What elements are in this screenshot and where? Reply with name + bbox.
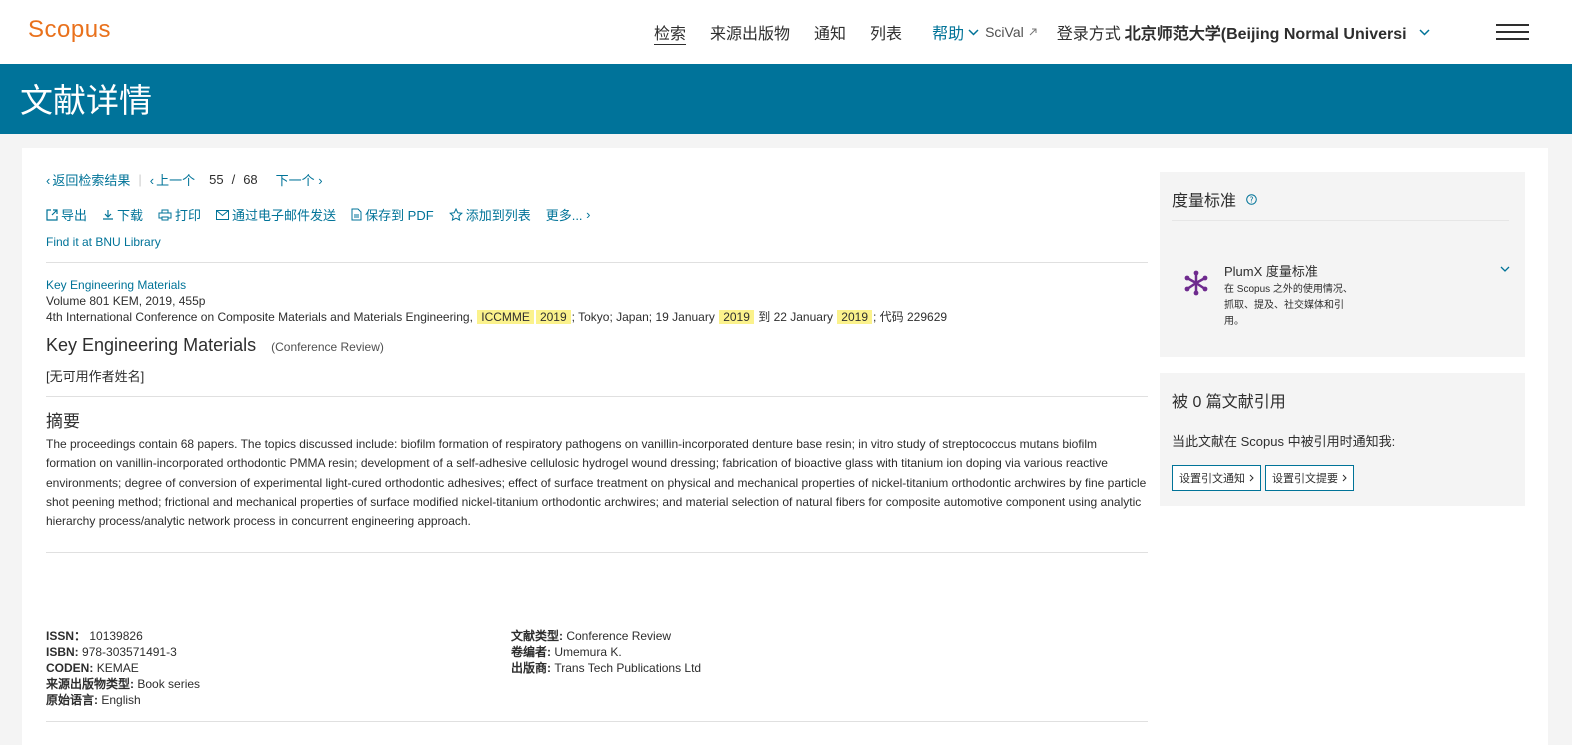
document-title-row: Key Engineering Materials (Conference Re… (46, 335, 384, 356)
cited-by-heading: 被 0 篇文献引用 (1172, 394, 1286, 411)
login-prefix: 登录方式 (1056, 26, 1121, 43)
pdf-icon (351, 208, 362, 221)
add-to-list-button[interactable]: 添加到列表 (448, 205, 531, 224)
conference-line: 4th International Conference on Composit… (46, 310, 948, 324)
nav-lists[interactable]: 列表 (870, 20, 902, 44)
cited-by-panel: 被 0 篇文献引用 当此文献在 Scopus 中被引用时通知我: 设置引文通知 … (1160, 373, 1525, 506)
chevron-down-icon[interactable] (1500, 266, 1510, 273)
abstract-heading: 摘要 (46, 412, 80, 431)
divider (46, 262, 1148, 263)
meta-row: 文献类型: Conference Review (511, 629, 672, 643)
download-icon (103, 209, 114, 220)
set-citation-alert-button[interactable]: 设置引文通知 (1172, 465, 1261, 491)
page-title: 文献详情 (20, 82, 152, 119)
email-icon (216, 209, 230, 220)
scival-link[interactable]: SciVal (985, 24, 1037, 40)
divider (46, 396, 1148, 397)
divider (1172, 220, 1509, 221)
current-result-index: 55 (209, 172, 224, 187)
divider (46, 721, 1148, 722)
meta-row: 原始语言: English (46, 693, 141, 707)
main-nav: 检索 来源出版物 通知 列表 帮助 SciVal 登录方式 北京师范大学(Bei… (654, 0, 1430, 64)
nav-search[interactable]: 检索 (654, 20, 686, 44)
document-details-panel: ‹ 返回检索结果 | ‹ 上一个 55 / 68 下一个 › 导出 下载 打印 通过… (22, 148, 1548, 745)
find-it-library-link[interactable]: Find it at BNU Library (46, 235, 161, 249)
meta-row: ISSN： 10139826 (46, 629, 143, 643)
external-link-icon (1029, 28, 1037, 36)
save-pdf-button[interactable]: 保存到 PDF (351, 205, 434, 224)
previous-result-link[interactable]: ‹ 上一个 (150, 170, 195, 189)
highlight-term: 2019 (719, 310, 754, 324)
help-menu[interactable]: 帮助 (932, 20, 979, 44)
bibliographic-info-right: 文献类型: Conference Review 卷编者: Umemura K. … (511, 628, 701, 676)
plumx-title[interactable]: PlumX 度量标准 (1224, 261, 1318, 280)
bibliographic-info-left: ISSN： 10139826 ISBN: 978-303571491-3 COD… (46, 628, 200, 708)
top-navigation-bar: Scopus 检索 来源出版物 通知 列表 帮助 SciVal 登录方式 北京师… (0, 0, 1572, 64)
help-icon[interactable]: ? (1246, 193, 1257, 205)
chevron-right-icon: › (582, 207, 591, 222)
citation-notify-text: 当此文献在 Scopus 中被引用时通知我: (1172, 434, 1396, 449)
set-citation-feed-button[interactable]: 设置引文提要 (1265, 465, 1354, 491)
meta-row: 卷编者: Umemura K. (511, 645, 622, 659)
page-banner: 文献详情 (0, 64, 1572, 134)
metrics-heading: 度量标准 ? (1172, 187, 1257, 211)
help-label: 帮助 (932, 26, 965, 43)
plumx-description: 在 Scopus 之外的使用情况、抓取、提及、社交媒体和引用。 (1224, 284, 1353, 327)
star-icon (448, 208, 463, 221)
nav-sources[interactable]: 来源出版物 (710, 20, 790, 44)
meta-row: 来源出版物类型: Book series (46, 677, 201, 691)
citation-buttons: 设置引文通知 设置引文提要 (1172, 465, 1358, 491)
chevron-down-icon (968, 28, 979, 36)
highlight-term: 2019 (535, 310, 571, 324)
svg-text:?: ? (1250, 195, 1254, 204)
chevron-left-icon: ‹ (149, 173, 155, 188)
divider: | (138, 172, 142, 187)
more-actions-button[interactable]: 更多... › (546, 205, 591, 224)
scopus-logo[interactable]: Scopus (28, 16, 111, 44)
institution-login-menu[interactable]: 登录方式 北京师范大学(Beijing Normal Universi (1057, 20, 1430, 44)
result-navigation: ‹ 返回检索结果 | ‹ 上一个 55 / 68 下一个 › (46, 170, 323, 189)
export-button[interactable]: 导出 (46, 205, 87, 224)
back-to-results-link[interactable]: ‹ 返回检索结果 (46, 170, 130, 189)
download-button[interactable]: 下载 (102, 205, 143, 224)
email-button[interactable]: 通过电子邮件发送 (216, 205, 336, 224)
chevron-right-icon (1342, 474, 1347, 482)
next-result-link[interactable]: 下一个 › (276, 170, 323, 189)
chevron-right-icon (1249, 474, 1254, 482)
chevron-right-icon: › (314, 173, 323, 188)
print-icon (158, 209, 172, 220)
highlight-term: ICCMME (477, 310, 534, 324)
export-icon (46, 208, 58, 221)
nav-alerts[interactable]: 通知 (814, 20, 846, 44)
document-type: (Conference Review) (271, 340, 384, 354)
abstract-text: The proceedings contain 68 papers. The t… (46, 437, 1147, 529)
volume-line: Volume 801 KEM, 2019, 455p (46, 294, 206, 308)
chevron-down-icon (1419, 28, 1430, 36)
institution-name: 北京师范大学(Beijing Normal Universi (1124, 26, 1407, 43)
hamburger-menu-icon[interactable] (1496, 24, 1529, 41)
print-button[interactable]: 打印 (158, 205, 201, 224)
meta-row: 出版商: Trans Tech Publications Ltd (511, 661, 702, 675)
source-info: Key Engineering Materials Volume 801 KEM… (46, 277, 947, 325)
highlight-term: 2019 (837, 310, 872, 324)
document-actions: 导出 下载 打印 通过电子邮件发送 保存到 PDF 添加到列表 更多... › (46, 205, 606, 224)
meta-row: ISBN: 978-303571491-3 (46, 645, 177, 659)
document-title: Key Engineering Materials (46, 335, 257, 355)
source-journal-link[interactable]: Key Engineering Materials (46, 277, 947, 293)
meta-row: CODEN: KEMAE (46, 661, 139, 675)
total-results: 68 (243, 172, 258, 187)
metrics-panel: 度量标准 ? PlumX 度量标准 在 Scopus 之外的使用情况、抓取、提及… (1160, 172, 1525, 357)
scival-label: SciVal (985, 24, 1024, 40)
divider (46, 552, 1148, 553)
index-separator: / (231, 172, 236, 187)
plumx-icon (1184, 270, 1208, 296)
chevron-left-icon: ‹ (46, 173, 51, 188)
authors: [无可用作者姓名] (46, 369, 145, 384)
